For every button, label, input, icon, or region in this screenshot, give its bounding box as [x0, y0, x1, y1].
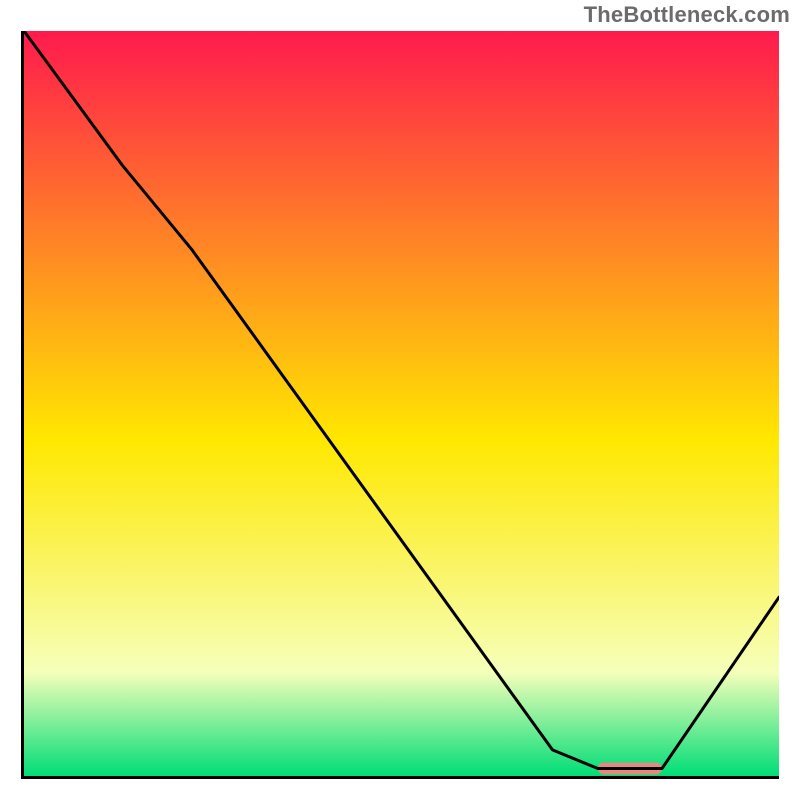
gradient-background	[24, 31, 779, 776]
plot-svg	[24, 31, 779, 776]
chart-stage: TheBottleneck.com	[0, 0, 800, 800]
watermark-text: TheBottleneck.com	[584, 2, 790, 28]
plot-area	[21, 31, 779, 779]
